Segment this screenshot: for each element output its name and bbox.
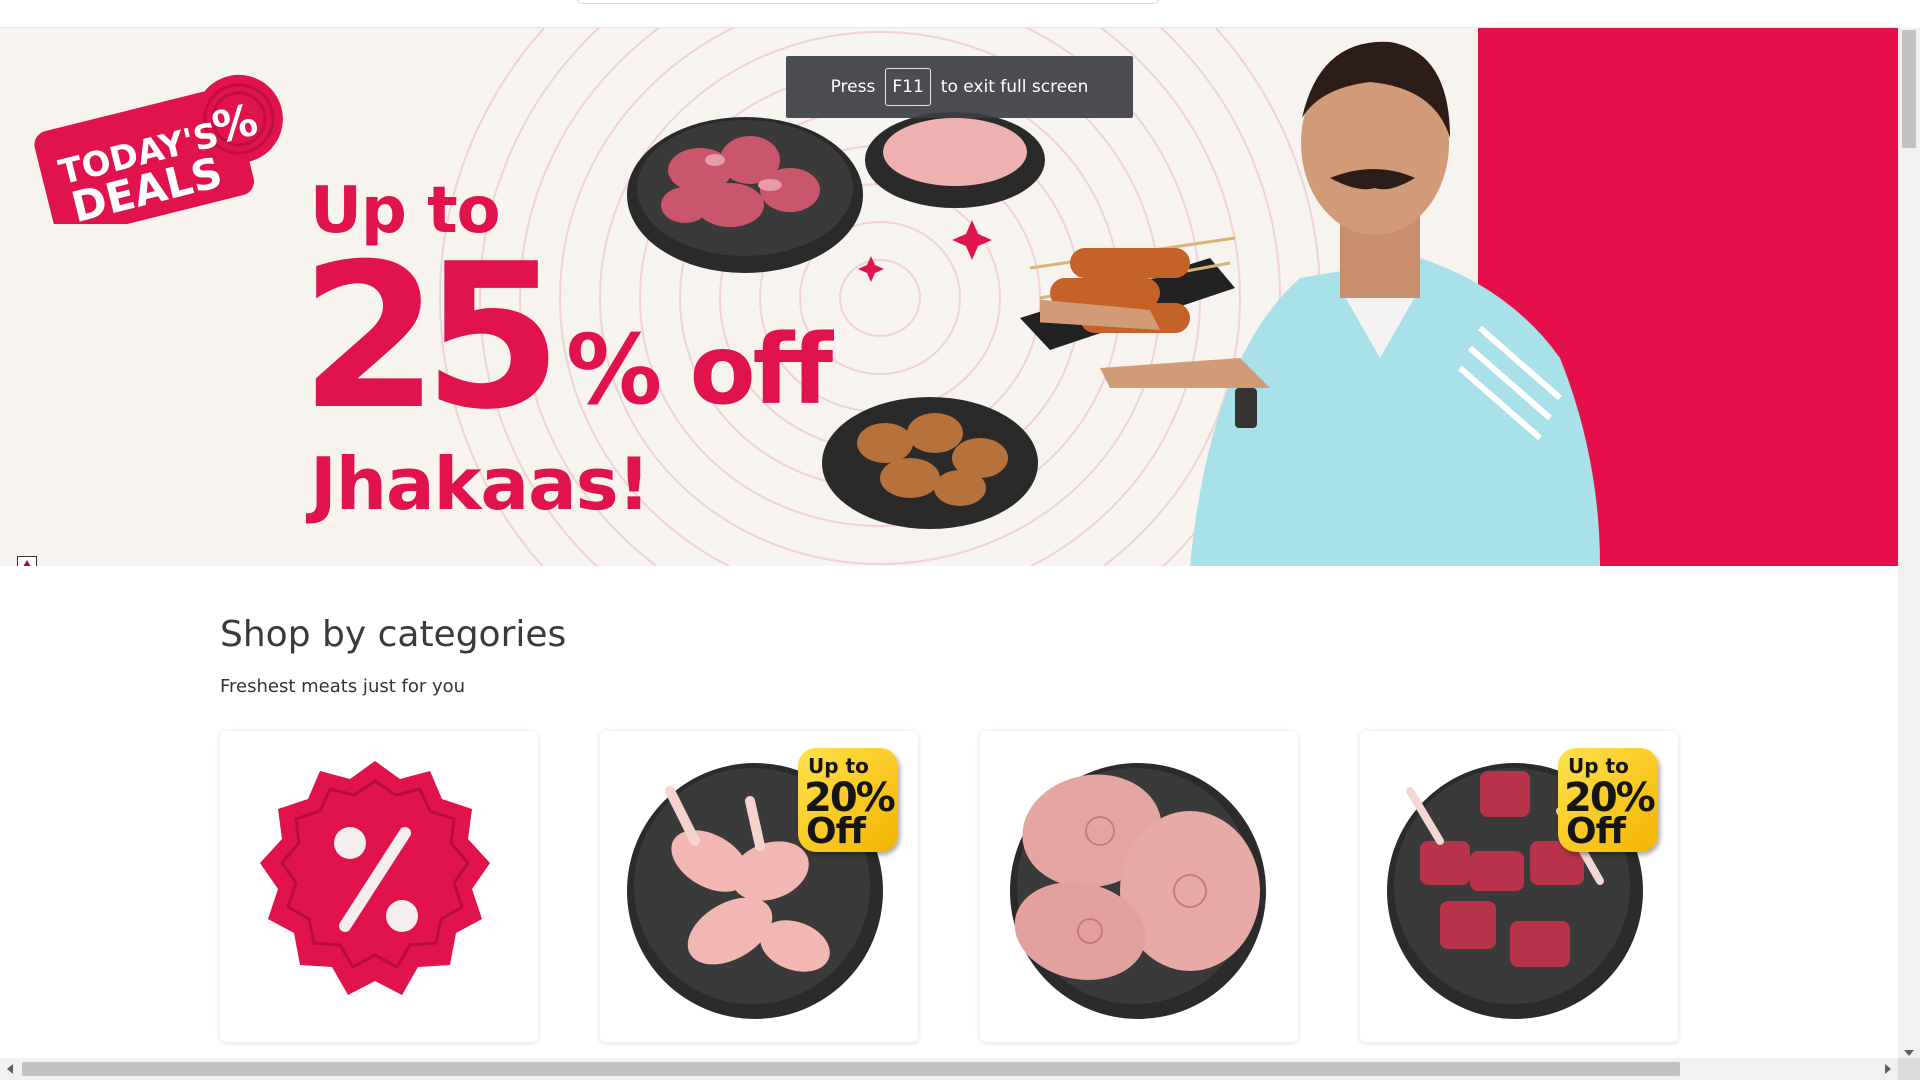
toast-press-text: Press	[830, 77, 876, 97]
scroll-right-arrow-icon[interactable]	[1885, 1064, 1891, 1074]
search-bar-edge[interactable]	[577, 0, 1159, 4]
scrollbar-corner	[1898, 1058, 1920, 1080]
vertical-scroll-thumb[interactable]	[1902, 30, 1916, 148]
toast-suffix-text: to exit full screen	[940, 77, 1089, 97]
badge-upto-text: Up to	[808, 754, 869, 778]
percent-badge-icon	[260, 761, 490, 995]
horizontal-scrollbar[interactable]	[0, 1058, 1898, 1080]
scroll-left-arrow-icon[interactable]	[7, 1064, 13, 1074]
badge-upto-text: Up to	[1568, 754, 1629, 778]
category-card-mutton[interactable]: Up to 20% Off	[1360, 731, 1678, 1042]
badge-off-text: Off	[1566, 811, 1626, 852]
discount-badge: Up to 20% Off	[798, 748, 898, 852]
section-title: Shop by categories	[220, 614, 567, 655]
category-card-chicken[interactable]: Up to 20% Off	[600, 731, 918, 1042]
fullscreen-toast: Press F11 to exit full screen	[786, 56, 1133, 118]
discount-badge: Up to 20% Off	[1558, 748, 1658, 852]
tandoori-plate-image	[822, 397, 1038, 529]
promo-tagline: Jhakaas!	[310, 442, 650, 526]
horizontal-scroll-thumb[interactable]	[22, 1062, 1680, 1076]
category-card-fish[interactable]	[980, 731, 1298, 1042]
section-subtitle: Freshest meats just for you	[220, 676, 466, 697]
badge-off-text: Off	[806, 811, 866, 852]
raw-mutton-plate-image	[627, 117, 863, 273]
vertical-scrollbar[interactable]	[1898, 28, 1920, 1058]
ad-choices-icon[interactable]	[17, 556, 37, 566]
toast-key: F11	[885, 68, 931, 106]
promo-number: 25	[300, 221, 562, 454]
category-card-deals[interactable]	[220, 731, 538, 1042]
top-header	[0, 0, 1898, 28]
scroll-down-arrow-icon[interactable]	[1904, 1050, 1914, 1056]
todays-deals-badge: TODAY'S DEALS %	[34, 74, 283, 224]
fish-steaks-image	[1010, 763, 1266, 1019]
promo-suffix: % off	[566, 314, 833, 426]
